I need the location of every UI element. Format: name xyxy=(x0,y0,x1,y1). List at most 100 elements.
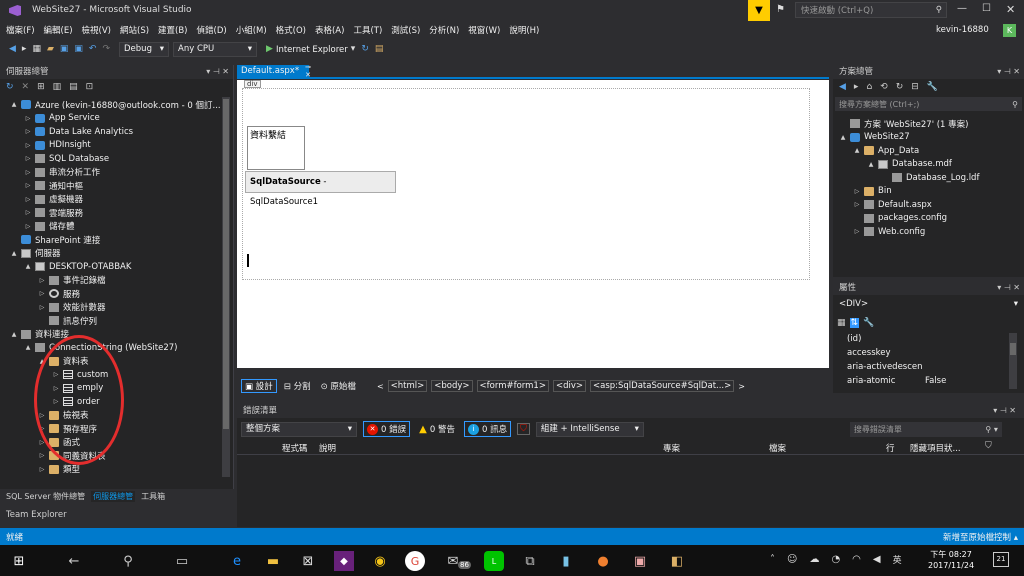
expander-icon[interactable]: ▷ xyxy=(853,201,861,208)
tree-node[interactable]: ▲ DESKTOP-OTABBAK xyxy=(10,260,233,274)
tree-node[interactable]: SharePoint 連接 xyxy=(10,233,233,247)
back-icon[interactable]: ◀ xyxy=(6,42,19,57)
back-icon[interactable]: ← xyxy=(64,551,84,571)
refresh-icon[interactable]: ↻ xyxy=(6,82,14,92)
menu-item[interactable]: 測試(S) xyxy=(391,24,420,36)
platform-dropdown[interactable]: Any CPU ▾ xyxy=(173,42,258,57)
cloud-icon[interactable]: ☁ xyxy=(809,554,819,565)
messages-filter-button[interactable]: i0 訊息 xyxy=(463,421,512,437)
scope-dropdown[interactable]: 整個方案 ▾ xyxy=(241,421,357,437)
properties-object-dropdown[interactable]: <DIV> ▾ xyxy=(835,297,1022,312)
expander-icon[interactable]: ▲ xyxy=(867,161,875,168)
chevron-up-icon[interactable]: ˄ xyxy=(770,554,775,565)
expander-icon[interactable]: ▷ xyxy=(853,188,861,195)
property-value[interactable]: False xyxy=(925,376,946,386)
sync-icon[interactable]: ⟲ xyxy=(880,82,888,92)
save-icon[interactable]: ▣ xyxy=(57,42,72,57)
expander-icon[interactable]: ▷ xyxy=(24,115,32,122)
tree-node[interactable]: ▷ Default.aspx xyxy=(839,198,1024,212)
chrome-icon[interactable]: G xyxy=(405,551,425,571)
tree-node[interactable]: ▷ 通知中樞 xyxy=(10,179,233,193)
menu-item[interactable]: 小組(M) xyxy=(236,24,267,36)
quick-launch-input[interactable]: 快速啟動 (Ctrl+Q) ⚲ xyxy=(795,2,947,18)
game-icon[interactable]: ● xyxy=(593,551,613,571)
tree-node[interactable]: ▲ App_Data xyxy=(839,144,1024,158)
pin-icon[interactable]: ▾ ⊣ ✕ xyxy=(206,65,229,79)
save-all-icon[interactable]: ▣ xyxy=(71,42,86,57)
scroll-thumb[interactable] xyxy=(1010,343,1016,355)
tree-node[interactable]: ▷ 虛擬機器 xyxy=(10,193,233,207)
azure-icon[interactable]: ▤ xyxy=(69,82,78,92)
refresh-icon[interactable]: ↻ xyxy=(358,42,372,57)
volume-icon[interactable]: ◀ xyxy=(873,554,881,565)
collapse-icon[interactable]: ⊟ xyxy=(911,82,919,92)
menu-item[interactable]: 分析(N) xyxy=(429,24,459,36)
expander-icon[interactable]: ▷ xyxy=(853,228,861,235)
tree-node[interactable]: ▲ 資料連接 xyxy=(10,328,233,342)
col-project[interactable]: 專案 xyxy=(663,442,680,454)
pin-icon[interactable]: ⊸ ✕ xyxy=(305,63,311,79)
tab-source[interactable]: ⊙ 原始檔 xyxy=(318,380,359,392)
tree-node[interactable]: ▷ 同義資料表 xyxy=(10,449,233,463)
tree-node[interactable]: ▷ 類型 xyxy=(10,463,233,477)
tab-sql-server-object-explorer[interactable]: SQL Server 物件總管 xyxy=(6,491,85,502)
expander-icon[interactable]: ▲ xyxy=(10,101,18,108)
tab-default-aspx[interactable]: Default.aspx* ⊸ ✕ xyxy=(237,63,311,79)
breadcrumb-div[interactable]: <div> xyxy=(552,380,586,392)
tab-split[interactable]: ⊟ 分割 xyxy=(281,380,314,392)
stop-icon[interactable]: ✕ xyxy=(22,82,30,92)
undo-icon[interactable]: ↶ xyxy=(86,42,100,57)
app-icon[interactable]: ◧ xyxy=(667,551,687,571)
warnings-filter-button[interactable]: ▲ 0 警告 xyxy=(416,421,458,437)
store-icon[interactable]: ⊠ xyxy=(298,551,318,571)
menu-item[interactable]: 說明(H) xyxy=(509,24,539,36)
tree-node[interactable]: Database_Log.ldf xyxy=(839,171,1024,185)
tree-node[interactable]: ▷ App Service xyxy=(10,112,233,126)
tree-node[interactable]: 方案 'WebSite27' (1 專案) xyxy=(839,117,1024,131)
pin-icon[interactable]: ▾ ⊣ ✕ xyxy=(993,404,1016,418)
connect-db-icon[interactable]: ⊞ xyxy=(37,82,45,92)
menu-item[interactable]: 工具(T) xyxy=(353,24,382,36)
breadcrumb-sqldatasource[interactable]: <asp:SqlDataSource#SqlDat...> xyxy=(590,380,735,392)
tree-node[interactable]: ▷ SQL Database xyxy=(10,152,233,166)
tree-node[interactable]: ▲ WebSite27 xyxy=(839,131,1024,145)
filter-icon[interactable]: ▼ xyxy=(748,0,770,21)
categorized-icon[interactable]: ▦ xyxy=(837,318,846,328)
source-control-button[interactable]: 新增至原始檔控制 ▴ xyxy=(943,531,1018,543)
tree-node[interactable]: ▲ 伺服器 xyxy=(10,247,233,261)
property-row[interactable]: aria-activedescen xyxy=(833,360,1024,374)
tree-node[interactable]: ▷ 事件記錄檔 xyxy=(10,274,233,288)
tree-node[interactable]: ▷ 儲存體 xyxy=(10,220,233,234)
tree-node[interactable]: ▷ 效能計數器 xyxy=(10,301,233,315)
breadcrumb-prev-icon[interactable]: < xyxy=(377,382,384,391)
tree-node[interactable]: ▷ Bin xyxy=(839,185,1024,199)
network-icon[interactable]: ◔ xyxy=(831,554,840,565)
menu-item[interactable]: 表格(A) xyxy=(315,24,344,36)
forward-icon[interactable]: ▸ xyxy=(854,82,859,92)
maximize-button[interactable]: ☐ xyxy=(982,3,991,14)
expander-icon[interactable]: ▷ xyxy=(38,290,46,297)
edge-icon[interactable]: e xyxy=(227,551,247,571)
expander-icon[interactable]: ▲ xyxy=(839,134,847,141)
sharepoint-icon[interactable]: ⊡ xyxy=(86,82,94,92)
pin-icon[interactable]: ▾ ⊣ ✕ xyxy=(997,65,1020,79)
expander-icon[interactable]: ▷ xyxy=(24,209,32,216)
file-explorer-icon[interactable]: ▬ xyxy=(263,551,283,571)
task-view-icon[interactable]: ▭ xyxy=(172,551,192,571)
wifi-icon[interactable]: ◠ xyxy=(852,554,861,565)
tab-toolbox[interactable]: 工具箱 xyxy=(141,491,165,502)
breadcrumb-form[interactable]: <form#form1> xyxy=(476,380,549,392)
pin-icon[interactable]: ▾ ⊣ ✕ xyxy=(997,281,1020,295)
expander-icon[interactable]: ▷ xyxy=(24,155,32,162)
menu-item[interactable]: 編輯(E) xyxy=(44,24,73,36)
breadcrumb-next-icon[interactable]: > xyxy=(738,382,745,391)
tree-node[interactable]: ▲ Database.mdf xyxy=(839,158,1024,172)
property-row[interactable]: accesskey xyxy=(833,346,1024,360)
config-dropdown[interactable]: Debug ▾ xyxy=(119,42,170,57)
solution-search-input[interactable]: 搜尋方案總管 (Ctrl+;) ⚲ xyxy=(835,97,1022,111)
refresh-icon[interactable]: ↻ xyxy=(896,82,904,92)
scrollbar[interactable] xyxy=(222,97,230,477)
back-icon[interactable]: ◀ xyxy=(839,82,846,92)
scrollbar[interactable] xyxy=(1009,333,1017,389)
windows-start-icon[interactable]: ⊞ xyxy=(9,551,29,571)
